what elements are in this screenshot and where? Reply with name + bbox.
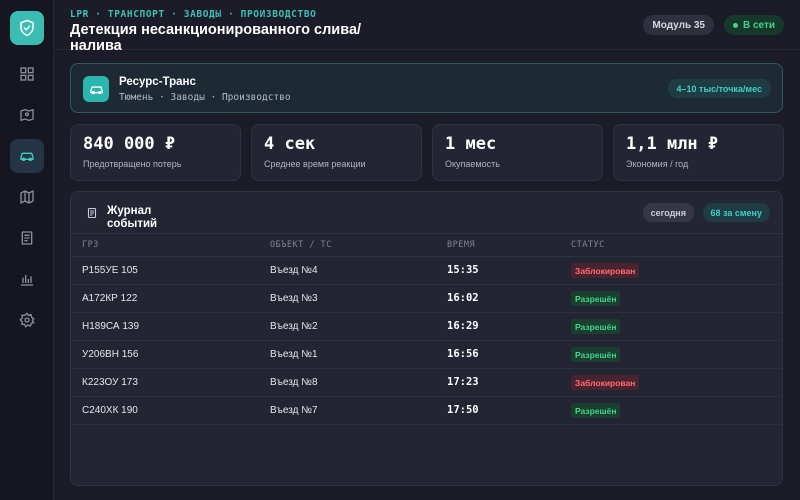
car-icon xyxy=(89,85,103,94)
column-header-status: СТАТУС xyxy=(571,240,605,250)
column-header-object: ОБЪЕКТ / ТС xyxy=(270,240,332,250)
table-row[interactable]: У206ВН 156 Въезд №1 16:56 Разрешён xyxy=(71,341,782,369)
stat-card-losses: 840 000 ₽ Предотвращено потерь xyxy=(70,124,241,181)
stat-card-savings: 1,1 млн ₽ Экономия / год xyxy=(613,124,784,181)
column-header-time: ВРЕМЯ xyxy=(447,240,476,250)
plate-cell: У206ВН 156 xyxy=(82,349,139,360)
shield-icon xyxy=(20,19,34,37)
object-cell: Въезд №3 xyxy=(270,293,318,304)
stat-label: Среднее время реакции xyxy=(264,159,366,169)
filter-today-button[interactable]: сегодня xyxy=(642,203,694,222)
rate-badge: 4–10 тыс/точка/мес xyxy=(667,79,771,98)
shift-count-badge: 68 за смену xyxy=(702,203,770,222)
stat-label: Предотвращено потерь xyxy=(83,159,182,169)
table-row[interactable]: С240ХК 190 Въезд №7 17:50 Разрешён xyxy=(71,397,782,425)
stat-value: 840 000 ₽ xyxy=(83,134,176,154)
time-cell: 15:35 xyxy=(447,264,479,276)
time-cell: 16:56 xyxy=(447,348,479,360)
object-cell: Въезд №7 xyxy=(270,405,318,416)
status-badge: Разрешён xyxy=(571,403,621,418)
stat-label: Экономия / год xyxy=(626,159,689,169)
stat-label: Окупаемость xyxy=(445,159,500,169)
sidebar-item-settings[interactable] xyxy=(10,303,44,337)
object-cell: Въезд №2 xyxy=(270,321,318,332)
sidebar-item-locations[interactable] xyxy=(10,98,44,132)
dashboard-icon xyxy=(20,67,34,81)
plate-cell: Р155УЕ 105 xyxy=(82,265,138,276)
table-row[interactable]: Р155УЕ 105 Въезд №4 15:35 Заблокирован xyxy=(71,257,782,285)
stat-value: 1,1 млн ₽ xyxy=(626,134,719,154)
company-location: Тюмень · Заводы · Производство xyxy=(119,92,291,103)
online-dot-icon xyxy=(732,22,738,28)
table-row[interactable]: Н189СА 139 Въезд №2 16:29 Разрешён xyxy=(71,313,782,341)
status-badge: Заблокирован xyxy=(571,375,640,390)
bar-chart-icon xyxy=(21,275,33,286)
sidebar-item-analytics[interactable] xyxy=(10,262,44,296)
stat-card-payback: 1 мес Окупаемость xyxy=(432,124,603,181)
time-cell: 17:50 xyxy=(447,404,479,416)
sidebar-item-reports[interactable] xyxy=(10,221,44,255)
plate-cell: Н189СА 139 xyxy=(82,321,140,332)
map-icon xyxy=(20,190,34,204)
plate-cell: С240ХК 190 xyxy=(82,405,138,416)
table-header: ГРЗ ОБЪЕКТ / ТС ВРЕМЯ СТАТУС xyxy=(71,233,782,257)
module-badge: Модуль 35 xyxy=(643,15,714,35)
object-cell: Въезд №1 xyxy=(270,349,318,360)
stat-card-reaction: 4 сек Среднее время реакции xyxy=(251,124,422,181)
stat-value: 4 сек xyxy=(264,134,316,154)
object-cell: Въезд №4 xyxy=(270,265,318,276)
status-badge: В сети xyxy=(723,15,784,35)
time-cell: 16:29 xyxy=(447,320,479,332)
module-label: Модуль 35 xyxy=(652,19,705,31)
table-row[interactable]: К223ОУ 173 Въезд №8 17:23 Заблокирован xyxy=(71,369,782,397)
sidebar-item-transport[interactable] xyxy=(10,139,44,173)
status-label: В сети xyxy=(742,19,775,31)
status-badge: Разрешён xyxy=(571,319,621,334)
object-cell: Въезд №8 xyxy=(270,377,318,388)
header: LPR · ТРАНСПОРТ · ЗАВОДЫ · ПРОИЗВОДСТВО … xyxy=(54,0,800,54)
status-badge: Разрешён xyxy=(571,347,621,362)
document-icon xyxy=(87,207,97,219)
shield-logo[interactable] xyxy=(10,11,44,45)
car-icon xyxy=(20,152,34,161)
events-panel: Журнал событий сегодня 68 за смену ГРЗ О… xyxy=(70,191,783,486)
company-icon-box xyxy=(83,76,109,102)
plate-cell: А172КР 122 xyxy=(82,293,138,304)
page-title: Детекция несанкционированного слива/ нал… xyxy=(70,22,362,54)
column-header-plate: ГРЗ xyxy=(82,240,99,250)
gear-icon xyxy=(19,312,35,328)
breadcrumb: LPR · ТРАНСПОРТ · ЗАВОДЫ · ПРОИЗВОДСТВО xyxy=(70,9,317,20)
company-name: Ресурс-Транс xyxy=(119,76,196,88)
table-row[interactable]: А172КР 122 Въезд №3 16:02 Разрешён xyxy=(71,285,782,313)
plate-cell: К223ОУ 173 xyxy=(82,377,138,388)
events-title: Журнал событий xyxy=(107,205,158,230)
time-cell: 16:02 xyxy=(447,292,479,304)
map-pin-icon xyxy=(20,109,34,121)
company-card[interactable]: Ресурс-Транс Тюмень · Заводы · Производс… xyxy=(70,63,783,113)
document-icon xyxy=(21,231,33,245)
sidebar-item-dashboard[interactable] xyxy=(10,57,44,91)
time-cell: 17:23 xyxy=(447,376,479,388)
sidebar-item-map[interactable] xyxy=(10,180,44,214)
status-badge: Разрешён xyxy=(571,291,621,306)
sidebar xyxy=(0,0,54,500)
status-badge: Заблокирован xyxy=(571,263,640,278)
stat-value: 1 мес xyxy=(445,134,497,154)
